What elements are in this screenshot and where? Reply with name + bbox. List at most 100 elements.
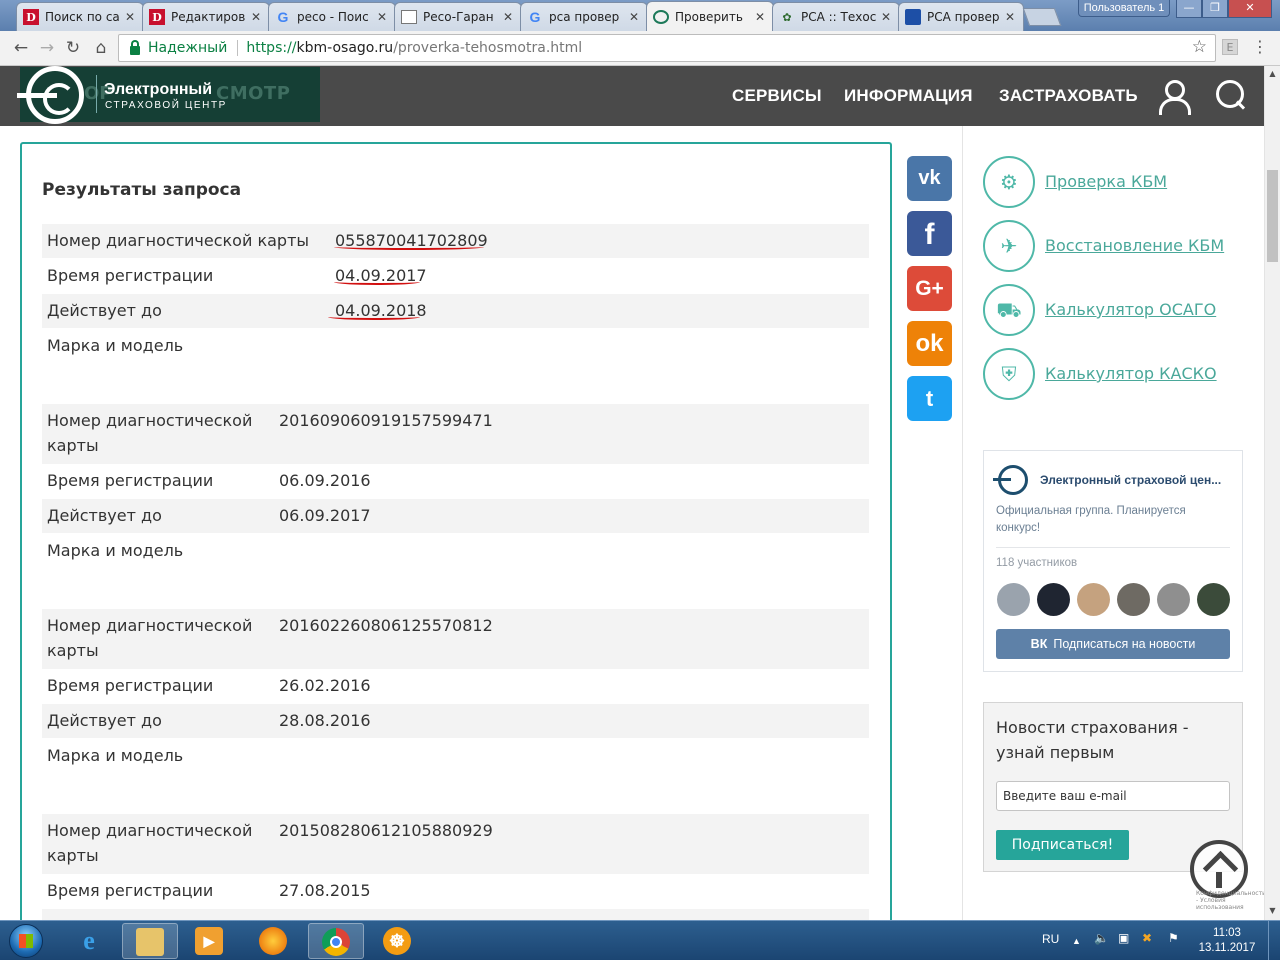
recaptcha-badge-text[interactable]: Конфиденциальность - Условия использован… (1196, 890, 1266, 911)
close-icon[interactable]: ✕ (881, 10, 893, 24)
close-icon[interactable]: ✕ (755, 10, 767, 24)
vk-share-button[interactable]: vk (907, 156, 952, 201)
email-field[interactable]: Введите ваш e-mail (996, 781, 1230, 811)
url-path: /proverka-tehosmotra.html (393, 40, 583, 56)
browser-tab[interactable]: D Поиск по са ✕ (16, 2, 144, 31)
network-icon[interactable]: ▣ (1118, 931, 1129, 945)
browser-tab[interactable]: Реco-Гаран ✕ (394, 2, 522, 31)
taskbar-app[interactable]: ☸ (370, 923, 426, 959)
nav-insure[interactable]: ЗАСТРАХОВАТЬ (999, 86, 1138, 106)
tab-title: Поиск по са (45, 10, 120, 24)
calculator-icon[interactable]: ⛟ (983, 284, 1035, 336)
card-number-label: Номер диагностической карты (47, 231, 310, 250)
action-center-flag-icon[interactable]: ⚑ (1168, 931, 1179, 945)
nav-services[interactable]: СЕРВИСЫ (732, 86, 822, 106)
service-link-kasko-calculator[interactable]: Калькулятор КАСКО (1045, 364, 1217, 383)
avatar[interactable] (1077, 583, 1110, 616)
scroll-thumb[interactable] (1267, 170, 1278, 262)
card-number-value: 201508280612105880929 (279, 821, 493, 840)
make-model-label: Марка и модель (47, 336, 184, 355)
valid-until-label: Действует до (47, 301, 162, 320)
back-icon[interactable]: ← (10, 37, 32, 59)
avatar[interactable] (1037, 583, 1070, 616)
bookmark-star-icon[interactable]: ☆ (1192, 37, 1207, 57)
start-button[interactable] (4, 921, 48, 960)
browser-tab[interactable]: G рeco - Поис ✕ (268, 2, 396, 31)
close-icon[interactable]: ✕ (1005, 10, 1017, 24)
shield-car-icon[interactable]: ⛨ (983, 348, 1035, 400)
twitter-share-button[interactable]: t (907, 376, 952, 421)
rsa-icon: ✿ (782, 10, 792, 24)
avatar[interactable] (997, 583, 1030, 616)
scroll-down-arrow-icon[interactable]: ▼ (1267, 906, 1278, 915)
group-members-count[interactable]: 118 участников (996, 557, 1077, 569)
user-icon[interactable] (1158, 80, 1191, 115)
table-row: Номер диагностической карты 055870041702… (42, 224, 869, 258)
address-bar[interactable]: Надежный https:// kbm-osago.ru /proverka… (118, 34, 1216, 62)
tab-title: Редактиров (171, 10, 246, 24)
make-model-label: Марка и модель (47, 541, 184, 560)
taskbar-internet-explorer[interactable]: e (62, 923, 118, 959)
maximize-button[interactable]: ❐ (1202, 0, 1228, 18)
service-link-osago-calculator[interactable]: Калькулятор ОСАГО (1045, 300, 1216, 319)
group-status: Официальная группа. Планируется конкурс! (996, 505, 1186, 534)
twitter-icon: t (925, 386, 934, 411)
avatar[interactable] (1197, 583, 1230, 616)
avatar[interactable] (1157, 583, 1190, 616)
taskbar-chrome[interactable] (308, 923, 364, 959)
taskbar-media-player[interactable]: ▶ (182, 923, 238, 959)
valid-until-value: 28.08.2016 (279, 711, 371, 730)
close-icon[interactable]: ✕ (629, 10, 641, 24)
service-link-kbm-restore[interactable]: Восстановление КБМ (1045, 236, 1224, 255)
odnoklassniki-share-button[interactable]: ok (907, 321, 952, 366)
update-icon[interactable]: ✖ (1142, 931, 1152, 945)
google-plus-share-button[interactable]: G+ (907, 266, 952, 311)
document-icon (401, 10, 417, 24)
menu-icon[interactable]: ⋮ (1252, 37, 1268, 56)
valid-until-label: Действует до (47, 711, 162, 730)
nav-information[interactable]: ИНФОРМАЦИЯ (844, 86, 973, 106)
close-icon[interactable]: ✕ (377, 10, 389, 24)
minimize-button[interactable]: — (1176, 0, 1202, 18)
forward-icon[interactable]: → (36, 37, 58, 59)
vk-subscribe-label: Подписаться на новости (1053, 637, 1196, 651)
taskbar-file-explorer[interactable] (122, 923, 178, 959)
facebook-share-button[interactable]: f (907, 211, 952, 256)
vk-subscribe-button[interactable]: ВК Подписаться на новости (996, 629, 1230, 659)
new-tab-button[interactable] (1022, 8, 1062, 26)
car-check-icon[interactable]: ⚙ (983, 156, 1035, 208)
extension-icon[interactable]: E (1222, 39, 1238, 55)
tray-expand-icon[interactable]: ▲ (1072, 936, 1081, 946)
language-indicator[interactable]: RU (1042, 932, 1059, 946)
browser-tab[interactable]: РСА провер ✕ (898, 2, 1024, 31)
search-icon[interactable] (1216, 80, 1248, 112)
browser-tab[interactable]: D Редактиров ✕ (142, 2, 270, 31)
site-logo[interactable]: ОР СМОТР Электронный СТРАХОВОЙ ЦЕНТР (17, 66, 320, 124)
browser-tab[interactable]: ✿ РСА :: Техос ✕ (772, 2, 900, 31)
page-scrollbar[interactable]: ▲ ▼ (1264, 66, 1280, 920)
profile-badge[interactable]: Пользователь 1 (1078, 0, 1170, 17)
browser-tab-active[interactable]: Проверить ✕ (646, 1, 774, 31)
taskbar-firefox[interactable] (246, 923, 302, 959)
system-clock[interactable]: 11:03 13.11.2017 (1192, 926, 1262, 956)
subscribe-button[interactable]: Подписаться! (996, 830, 1129, 860)
group-name[interactable]: Электронный страховой цен... (1040, 473, 1221, 487)
window-close-button[interactable]: ✕ (1228, 0, 1272, 18)
table-row: Номер диагностической карты 201508280612… (42, 814, 869, 874)
registered-value: 06.09.2016 (279, 471, 371, 490)
vk-icon: vk (918, 167, 941, 189)
reload-icon[interactable]: ↻ (62, 37, 84, 59)
show-desktop-button[interactable] (1268, 921, 1280, 960)
restore-icon[interactable]: ✈ (983, 220, 1035, 272)
close-icon[interactable]: ✕ (125, 10, 137, 24)
divider (996, 547, 1230, 548)
avatar[interactable] (1117, 583, 1150, 616)
volume-icon[interactable]: 🔈 (1094, 931, 1109, 945)
media-player-icon: ▶ (195, 927, 223, 955)
close-icon[interactable]: ✕ (503, 10, 515, 24)
scroll-up-arrow-icon[interactable]: ▲ (1267, 69, 1278, 78)
browser-tab[interactable]: G рса провер ✕ (520, 2, 648, 31)
close-icon[interactable]: ✕ (251, 10, 263, 24)
home-icon[interactable]: ⌂ (90, 37, 112, 59)
service-link-kbm-check[interactable]: Проверка КБМ (1045, 172, 1167, 191)
